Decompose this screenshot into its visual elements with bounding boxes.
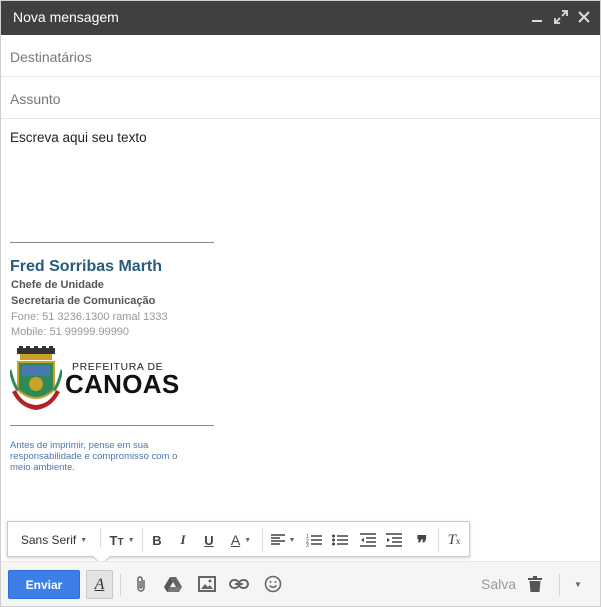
signature-divider-top bbox=[10, 242, 214, 243]
logo-canoas-text: CANOAS bbox=[65, 369, 180, 399]
toolbar-divider bbox=[142, 528, 143, 552]
bottom-divider bbox=[559, 574, 560, 596]
compose-bottom-bar: Enviar A Salva ▼ bbox=[1, 561, 600, 606]
text-color-button[interactable]: A ▼ bbox=[224, 526, 258, 554]
drive-button[interactable] bbox=[162, 573, 184, 595]
more-options-button[interactable]: ▼ bbox=[567, 573, 589, 595]
recipients-row bbox=[1, 35, 600, 77]
indent-less-icon bbox=[360, 533, 376, 547]
emoji-icon bbox=[264, 575, 282, 593]
bold-button[interactable]: B bbox=[146, 526, 168, 554]
quote-icon: ❞ bbox=[416, 533, 428, 555]
numbered-list-button[interactable]: 123 bbox=[302, 526, 326, 554]
quote-button[interactable]: ❞ bbox=[410, 526, 434, 554]
italic-icon: I bbox=[180, 532, 186, 547]
signature-role: Chefe de Unidade bbox=[11, 279, 104, 291]
text-color-icon: A bbox=[230, 532, 241, 548]
signature-department: Secretaria de Comunicação bbox=[11, 295, 156, 307]
subject-row bbox=[1, 77, 600, 119]
attach-button[interactable] bbox=[130, 573, 152, 595]
close-icon[interactable] bbox=[575, 8, 593, 26]
chevron-down-icon: ▼ bbox=[574, 579, 582, 589]
paperclip-icon bbox=[137, 576, 145, 592]
compose-window: Nova mensagem Escreva aqui seu texto Fre… bbox=[0, 0, 601, 607]
toolbar-divider bbox=[100, 528, 101, 552]
chevron-down-icon: ▼ bbox=[244, 536, 252, 544]
formatting-icon: A bbox=[94, 575, 105, 593]
remove-formatting-icon: Tx bbox=[447, 531, 461, 548]
bold-icon: B bbox=[152, 532, 162, 548]
italic-button[interactable]: I bbox=[172, 526, 194, 554]
recipients-input[interactable] bbox=[10, 47, 570, 67]
underline-icon: U bbox=[204, 532, 214, 548]
toolbar-divider bbox=[438, 528, 439, 552]
indent-more-icon bbox=[386, 533, 402, 547]
emoji-button[interactable] bbox=[262, 573, 284, 595]
chevron-down-icon: ▼ bbox=[288, 536, 296, 544]
link-icon bbox=[229, 579, 249, 589]
insert-photo-button[interactable] bbox=[196, 573, 218, 595]
body-text[interactable]: Escreva aqui seu texto bbox=[10, 130, 147, 145]
indent-less-button[interactable] bbox=[356, 526, 380, 554]
indent-more-button[interactable] bbox=[382, 526, 406, 554]
signature-divider-bottom bbox=[10, 425, 214, 426]
eco-note: Antes de imprimir, pense em sua responsa… bbox=[10, 440, 178, 473]
numbered-list-icon: 123 bbox=[306, 534, 322, 547]
trash-icon bbox=[528, 576, 542, 592]
minimize-icon[interactable] bbox=[529, 8, 547, 26]
font-size-button[interactable]: TT ▼ bbox=[104, 526, 140, 554]
compose-titlebar[interactable]: Nova mensagem bbox=[1, 1, 600, 35]
signature-name: Fred Sorribas Marth bbox=[10, 258, 163, 275]
coat-of-arms-icon bbox=[8, 346, 64, 410]
align-button[interactable]: ▼ bbox=[266, 526, 300, 554]
remove-formatting-button[interactable]: Tx bbox=[442, 526, 466, 554]
align-icon bbox=[270, 534, 285, 545]
formatting-toolbar: Sans Serif ▼ TT ▼ B I U A ▼ ▼ 123 ❞ Tx bbox=[7, 521, 470, 557]
formatting-toggle-button[interactable]: A bbox=[86, 570, 113, 599]
discard-button[interactable] bbox=[524, 573, 546, 595]
chevron-down-icon: ▼ bbox=[127, 536, 135, 544]
photo-icon bbox=[198, 576, 216, 592]
svg-text:3: 3 bbox=[306, 543, 309, 547]
compose-title: Nova mensagem bbox=[13, 9, 119, 25]
bulleted-list-icon bbox=[332, 534, 348, 546]
chevron-down-icon: ▼ bbox=[80, 536, 88, 544]
underline-button[interactable]: U bbox=[198, 526, 220, 554]
bulleted-list-button[interactable] bbox=[328, 526, 352, 554]
font-size-icon: TT bbox=[109, 532, 124, 548]
saved-status: Salva bbox=[481, 576, 517, 592]
send-button[interactable]: Enviar bbox=[8, 570, 80, 599]
signature-mobile: Mobile: 51 99999.99990 bbox=[11, 326, 130, 338]
signature-phone: Fone: 51 3236.1300 ramal 1333 bbox=[11, 311, 168, 323]
bottom-divider bbox=[120, 574, 121, 596]
insert-link-button[interactable] bbox=[228, 573, 250, 595]
expand-icon[interactable] bbox=[552, 8, 570, 26]
font-family-select[interactable]: Sans Serif ▼ bbox=[14, 526, 94, 554]
drive-icon bbox=[164, 577, 182, 592]
font-family-label: Sans Serif bbox=[20, 533, 77, 547]
subject-input[interactable] bbox=[10, 89, 570, 109]
toolbar-divider bbox=[262, 528, 263, 552]
